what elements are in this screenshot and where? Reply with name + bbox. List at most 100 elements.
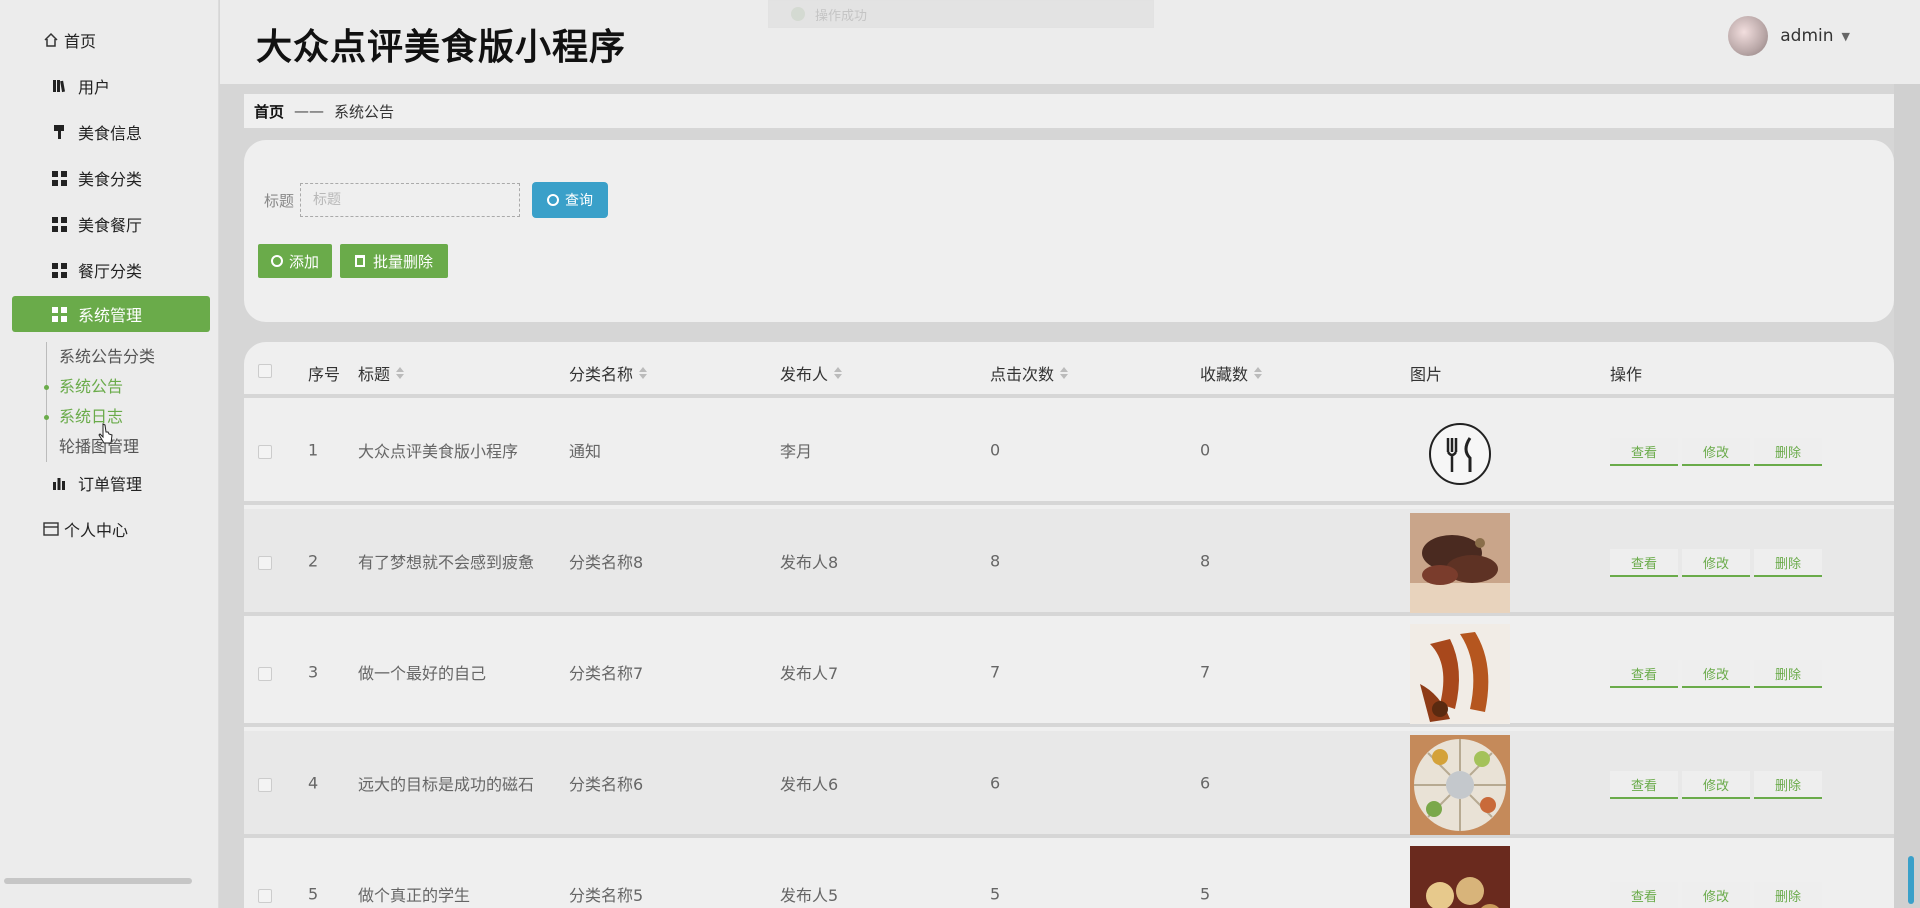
delete-button[interactable]: 删除 xyxy=(1754,882,1822,908)
home-icon xyxy=(42,31,60,49)
submenu-item-log[interactable]: 系统日志 xyxy=(44,402,216,432)
sidebar-item-orders[interactable]: 订单管理 xyxy=(12,465,210,501)
delete-button[interactable]: 删除 xyxy=(1754,549,1822,577)
cell-category: 通知 xyxy=(569,441,602,461)
column-header-favorites[interactable]: 收藏数 xyxy=(1200,361,1263,385)
cell-category: 分类名称6 xyxy=(569,774,644,794)
user-menu[interactable]: admin ▼ xyxy=(1728,16,1850,56)
sort-icon[interactable] xyxy=(1060,367,1069,379)
column-header-index: 序号 xyxy=(308,365,341,384)
sidebar-item-users[interactable]: 用户 xyxy=(12,68,210,104)
trash-icon xyxy=(354,255,365,267)
title-search-input[interactable] xyxy=(300,183,520,217)
sort-icon[interactable] xyxy=(1254,367,1263,379)
cell-favorites: 7 xyxy=(1200,662,1211,681)
view-button[interactable]: 查看 xyxy=(1610,882,1678,908)
steak-photo xyxy=(1410,513,1510,613)
cell-index: 2 xyxy=(308,551,319,570)
sidebar-item-system[interactable]: 系统管理 xyxy=(12,296,210,332)
row-checkbox[interactable] xyxy=(258,556,272,570)
sidebar-item-label: 个人中心 xyxy=(64,521,129,540)
sidebar-item-label: 美食分类 xyxy=(78,170,143,189)
cell-title: 做个真正的学生 xyxy=(358,885,471,905)
view-button[interactable]: 查看 xyxy=(1610,660,1678,688)
caret-down-icon[interactable]: ▼ xyxy=(1842,30,1850,43)
sidebar-item-restaurant-category[interactable]: 餐厅分类 xyxy=(12,252,210,288)
add-button[interactable]: 添加 xyxy=(258,244,332,278)
cell-publisher: 发布人7 xyxy=(780,663,839,683)
sort-icon[interactable] xyxy=(639,367,648,379)
sidebar-item-label: 用户 xyxy=(78,78,111,97)
sidebar-item-label: 订单管理 xyxy=(78,475,143,494)
delete-button[interactable]: 删除 xyxy=(1754,771,1822,799)
view-button[interactable]: 查看 xyxy=(1610,549,1678,577)
page-scrollbar[interactable] xyxy=(1894,84,1920,908)
chicken-feet-photo xyxy=(1410,624,1510,724)
table-row: 3 做一个最好的自己 分类名称7 发布人7 7 7 查看 修改 删除 xyxy=(244,620,1894,727)
view-button[interactable]: 查看 xyxy=(1610,438,1678,466)
column-header-publisher[interactable]: 发布人 xyxy=(780,361,843,385)
batch-delete-button[interactable]: 批量删除 xyxy=(340,244,448,278)
cell-category: 分类名称5 xyxy=(569,885,644,905)
delete-button[interactable]: 删除 xyxy=(1754,438,1822,466)
submenu-item-carousel[interactable]: 轮播图管理 xyxy=(47,432,216,462)
cell-favorites: 6 xyxy=(1200,773,1211,792)
sidebar-item-food-info[interactable]: 美食信息 xyxy=(12,114,210,150)
sidebar-item-home[interactable]: 首页 xyxy=(12,22,210,58)
view-button[interactable]: 查看 xyxy=(1610,771,1678,799)
cell-clicks: 5 xyxy=(990,884,1001,903)
row-checkbox[interactable] xyxy=(258,778,272,792)
row-checkbox[interactable] xyxy=(258,667,272,681)
grid-icon xyxy=(50,169,68,187)
edit-button[interactable]: 修改 xyxy=(1682,771,1750,799)
bar-chart-icon xyxy=(50,474,68,492)
row-checkbox[interactable] xyxy=(258,889,272,903)
sidebar-item-restaurant[interactable]: 美食餐厅 xyxy=(12,206,210,242)
sort-icon[interactable] xyxy=(396,367,405,379)
table-header: 序号 标题 分类名称 发布人 点击次数 收藏数 图片 操作 xyxy=(244,342,1894,398)
edit-button[interactable]: 修改 xyxy=(1682,549,1750,577)
submenu-item-notice[interactable]: 系统公告 xyxy=(44,372,216,402)
sidebar-item-label: 系统管理 xyxy=(78,306,143,325)
select-all-checkbox[interactable] xyxy=(258,364,272,378)
column-header-category[interactable]: 分类名称 xyxy=(569,361,648,385)
book-icon xyxy=(50,77,68,95)
avatar[interactable] xyxy=(1728,16,1769,56)
sort-icon[interactable] xyxy=(834,367,843,379)
app-title: 大众点评美食版小程序 xyxy=(256,27,627,68)
cell-publisher: 发布人6 xyxy=(780,774,839,794)
page-scrollbar-thumb[interactable] xyxy=(1908,856,1914,904)
row-checkbox[interactable] xyxy=(258,445,272,459)
column-header-image: 图片 xyxy=(1410,365,1443,384)
sidebar-item-food-category[interactable]: 美食分类 xyxy=(12,160,210,196)
submenu-item-notice-category[interactable]: 系统公告分类 xyxy=(47,342,216,372)
cell-clicks: 6 xyxy=(990,773,1001,792)
column-header-title[interactable]: 标题 xyxy=(358,361,405,385)
check-icon xyxy=(791,7,805,21)
breadcrumb-home[interactable]: 首页 xyxy=(254,101,284,122)
column-header-clicks[interactable]: 点击次数 xyxy=(990,361,1069,385)
cell-publisher: 发布人8 xyxy=(780,552,839,572)
edit-button[interactable]: 修改 xyxy=(1682,438,1750,466)
edit-button[interactable]: 修改 xyxy=(1682,882,1750,908)
sidebar-item-label: 美食信息 xyxy=(78,124,143,143)
column-header-operation: 操作 xyxy=(1610,365,1643,384)
sidebar-item-profile[interactable]: 个人中心 xyxy=(12,511,210,547)
cell-title: 远大的目标是成功的磁石 xyxy=(358,774,535,794)
delete-button[interactable]: 删除 xyxy=(1754,660,1822,688)
sidebar-scrollbar[interactable] xyxy=(4,878,192,884)
search-panel: 标题 查询 添加 批量删除 xyxy=(244,140,1894,322)
grid-icon xyxy=(50,261,68,279)
cell-category: 分类名称7 xyxy=(569,663,644,683)
cell-publisher: 发布人5 xyxy=(780,885,839,905)
cell-index: 3 xyxy=(308,662,319,681)
system-submenu: 系统公告分类 系统公告 系统日志 轮播图管理 xyxy=(44,342,216,462)
cell-clicks: 7 xyxy=(990,662,1001,681)
sidebar-item-label: 首页 xyxy=(64,32,97,51)
cell-clicks: 8 xyxy=(990,551,1001,570)
notice-table: 序号 标题 分类名称 发布人 点击次数 收藏数 图片 操作 1 大众点评美食版小… xyxy=(244,342,1894,908)
user-name[interactable]: admin xyxy=(1780,26,1833,46)
query-button[interactable]: 查询 xyxy=(532,182,608,218)
edit-button[interactable]: 修改 xyxy=(1682,660,1750,688)
platter-photo xyxy=(1410,735,1510,835)
